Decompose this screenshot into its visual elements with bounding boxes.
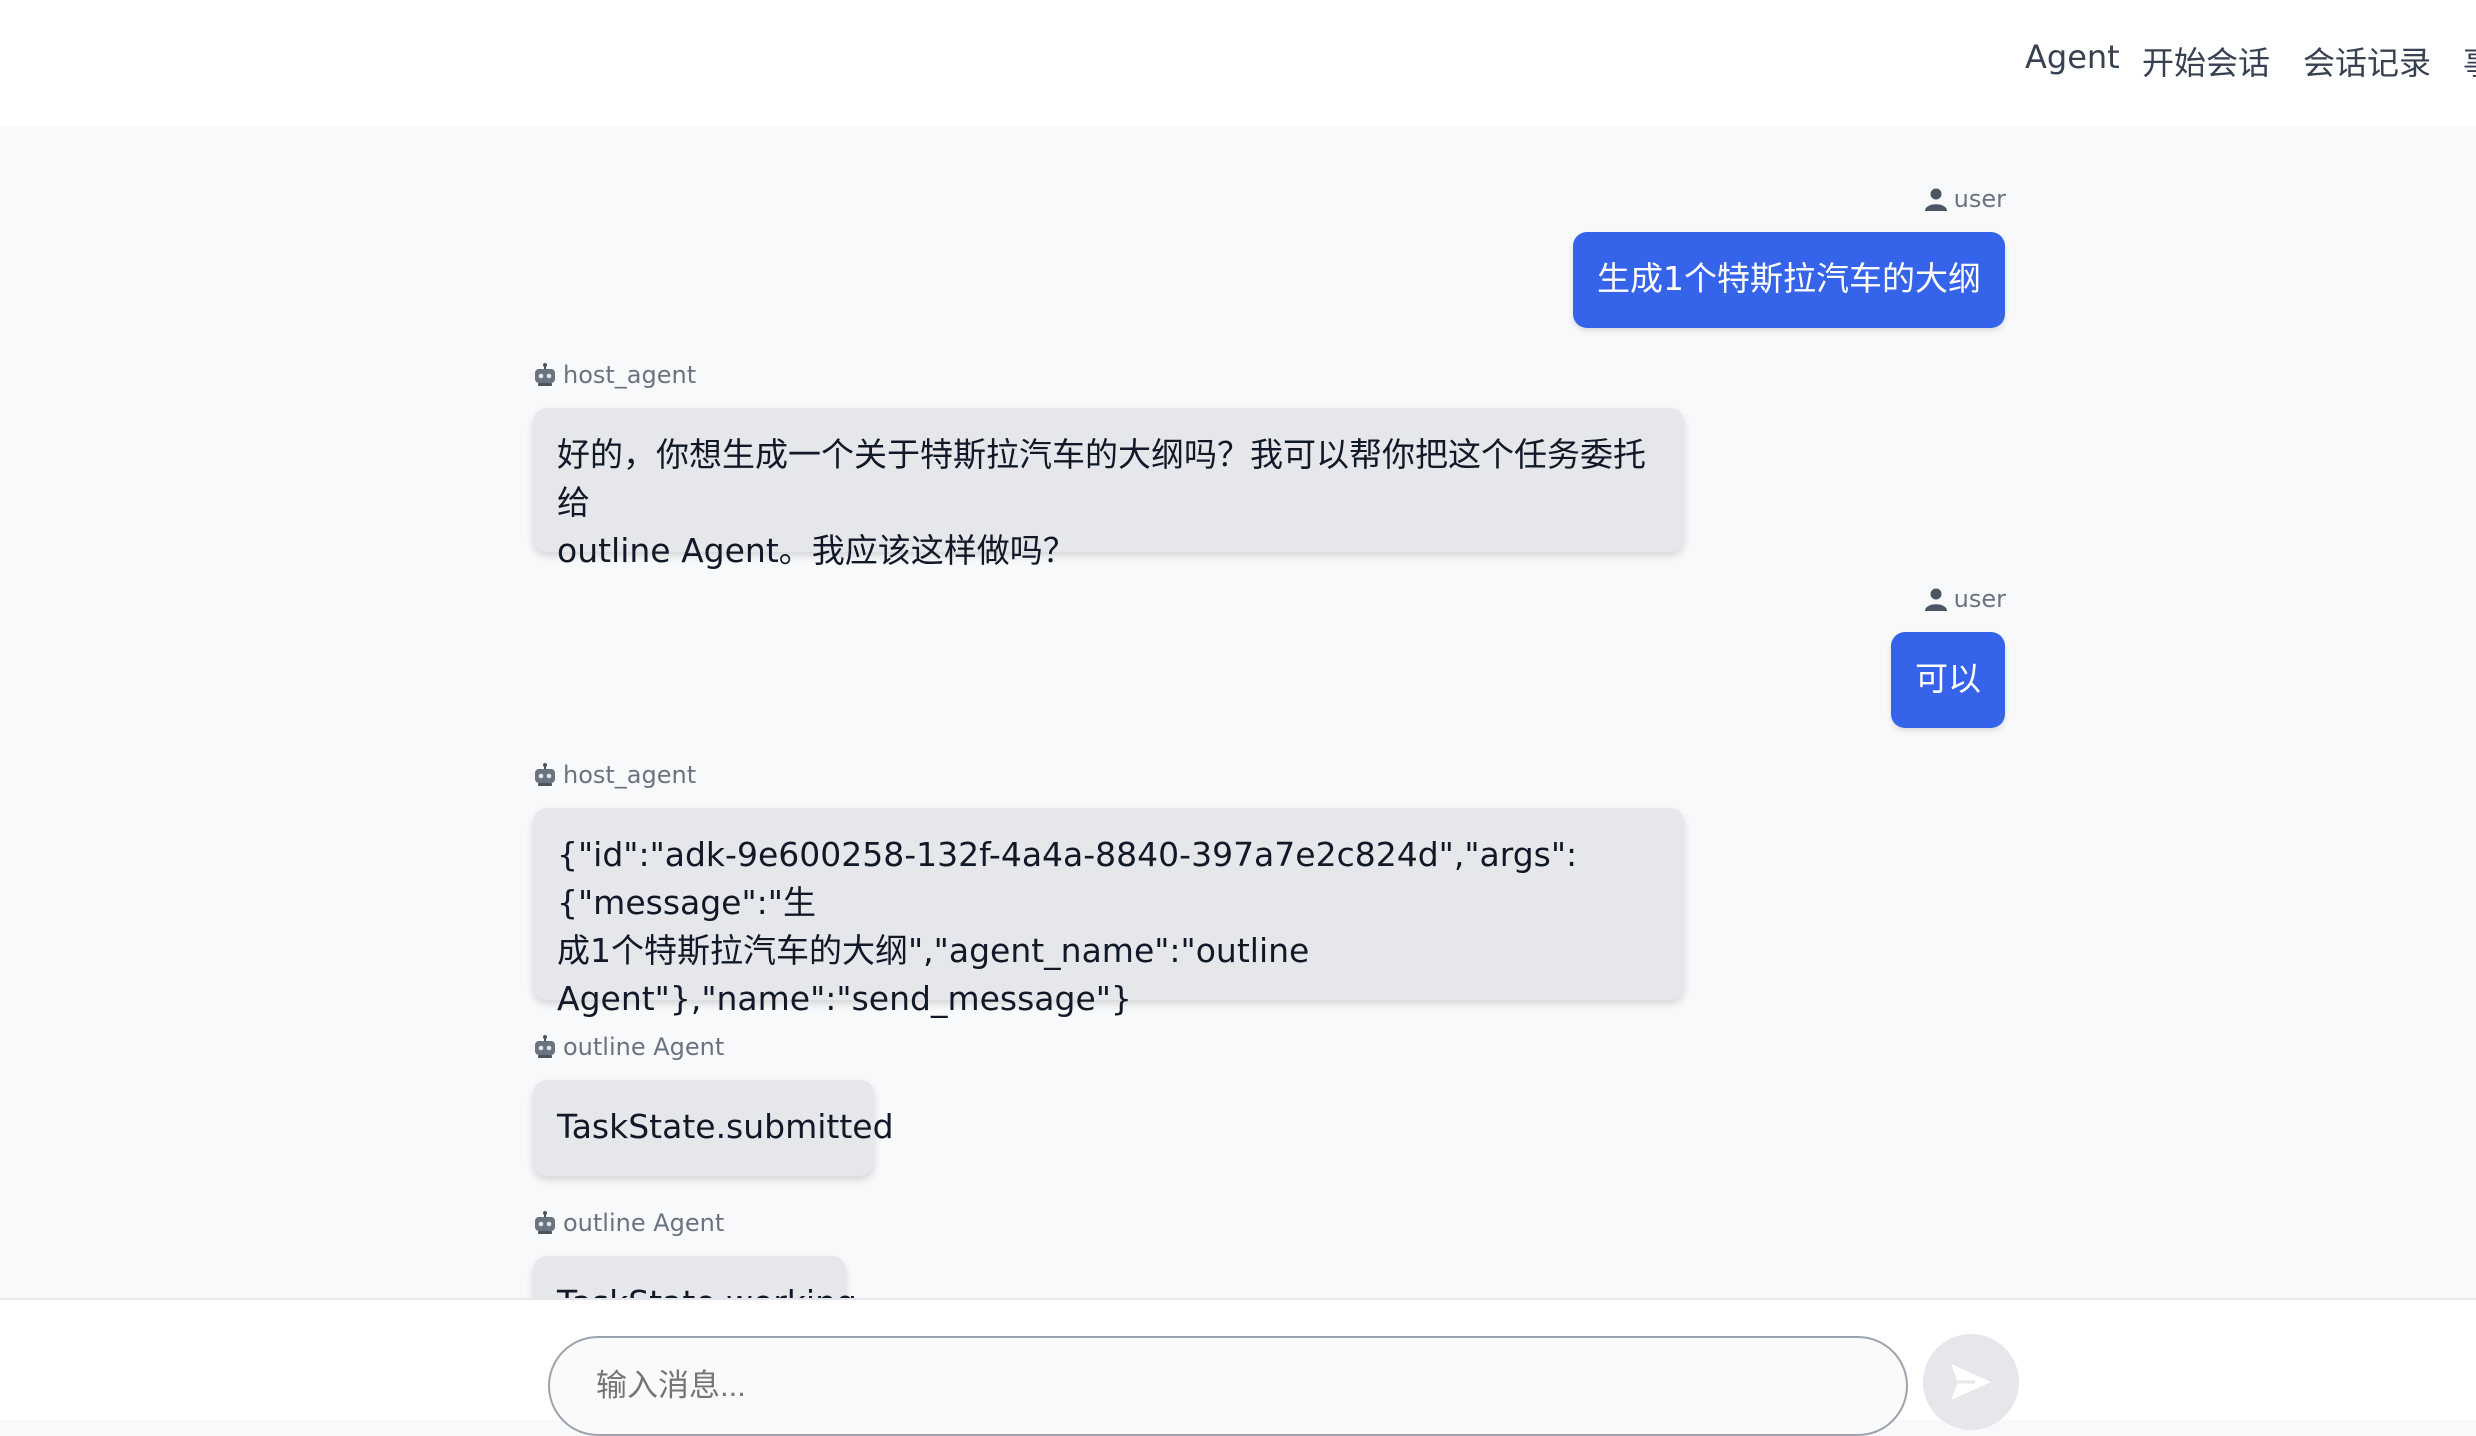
nav-events[interactable]: 事 — [2463, 38, 2476, 84]
send-icon — [1951, 1364, 1991, 1400]
nav-agent[interactable]: Agent — [2025, 38, 2120, 76]
message-text-line: Agent"},"name":"send_message"} — [557, 979, 1132, 1018]
send-button[interactable] — [1923, 1334, 2019, 1430]
robot-icon — [535, 363, 555, 386]
agent-message-bubble: 好的，你想生成一个关于特斯拉汽车的大纲吗？我可以帮你把这个任务委托给 outli… — [533, 408, 1684, 570]
nav-start-conversation[interactable]: 开始会话 — [2142, 38, 2270, 84]
message-text: 可以 — [1915, 659, 1981, 698]
user-icon — [1924, 588, 1947, 611]
message-sender: outline Agent — [533, 1033, 724, 1061]
user-icon — [1924, 188, 1947, 211]
nav-conversation-history[interactable]: 会话记录 — [2303, 38, 2431, 84]
sender-name: user — [1953, 585, 2006, 613]
message-input[interactable] — [548, 1336, 1908, 1436]
message-sender: outline Agent — [533, 1209, 724, 1237]
agent-message-bubble: TaskState.working — [533, 1256, 857, 1298]
top-navigation-bar: Agent 开始会话 会话记录 事 — [0, 0, 2476, 126]
user-message-bubble: 可以 — [1891, 632, 2005, 728]
sender-name: host_agent — [563, 361, 697, 389]
sender-name: outline Agent — [563, 1033, 725, 1061]
robot-icon — [535, 1211, 555, 1234]
message-sender: host_agent — [533, 761, 696, 789]
agent-message-bubble: {"id":"adk-9e600258-132f-4a4a-8840-397a7… — [533, 808, 1684, 1018]
user-message-bubble: 生成1个特斯拉汽车的大纲 — [1573, 232, 2005, 328]
message-sender: user — [1924, 185, 2006, 213]
message-list[interactable]: user 生成1个特斯拉汽车的大纲 host_agent 好的，你想生成一个关于… — [0, 126, 2476, 1298]
composer-bar — [0, 1298, 2476, 1436]
sender-name: outline Agent — [563, 1209, 725, 1237]
message-sender: host_agent — [533, 361, 696, 389]
message-text: 生成1个特斯拉汽车的大纲 — [1597, 259, 1981, 298]
robot-icon — [535, 763, 555, 786]
message-text-line: outline Agent。我应该这样做吗？ — [557, 531, 1076, 570]
message-text: TaskState.working — [557, 1283, 857, 1298]
message-text-line: {"id":"adk-9e600258-132f-4a4a-8840-397a7… — [557, 835, 1578, 922]
sender-name: host_agent — [563, 761, 697, 789]
message-text: TaskState.submitted — [557, 1107, 894, 1146]
message-text-line: 成1个特斯拉汽车的大纲","agent_name":"outline — [557, 931, 1310, 970]
sender-name: user — [1953, 185, 2006, 213]
agent-message-bubble: TaskState.submitted — [533, 1080, 894, 1176]
robot-icon — [535, 1035, 555, 1058]
message-sender: user — [1924, 585, 2006, 613]
message-text-line: 好的，你想生成一个关于特斯拉汽车的大纲吗？我可以帮你把这个任务委托给 — [557, 435, 1646, 522]
